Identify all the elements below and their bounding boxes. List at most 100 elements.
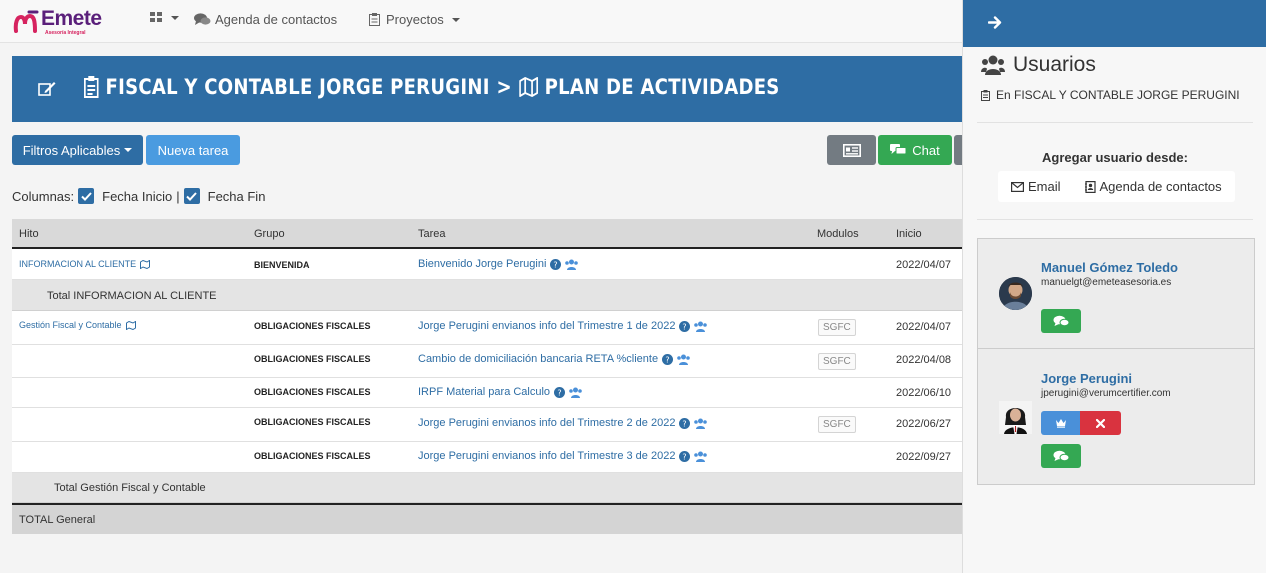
- table-row: INFORMACION AL CLIENTE BIENVENIDA Bienve…: [12, 249, 962, 280]
- hito-cell[interactable]: INFORMACION AL CLIENTE: [19, 259, 151, 269]
- nueva-tarea-label: Nueva tarea: [157, 142, 229, 158]
- svg-text:?: ?: [683, 452, 687, 461]
- hito-label: Gestión Fiscal y Contable: [19, 320, 122, 330]
- crown-icon: [1055, 419, 1066, 428]
- clipboard-icon: [84, 76, 99, 98]
- user-name[interactable]: Manuel Gómez Toledo: [1041, 260, 1178, 275]
- fecha-fin-label: Fecha Fin: [207, 188, 266, 204]
- tarea-cell[interactable]: Cambio de domiciliación bancaria RETA %c…: [418, 353, 690, 365]
- comments-icon: [1053, 450, 1069, 462]
- header-separator: >: [496, 75, 512, 99]
- top-navbar: Emete Asesoría Integral Agenda de contac…: [0, 0, 962, 43]
- users-icon[interactable]: [565, 259, 579, 270]
- help-icon[interactable]: ?: [550, 258, 562, 270]
- tarea-cell[interactable]: IRPF Material para Calculo ?: [418, 386, 582, 398]
- filtros-label: Filtros Aplicables: [22, 142, 121, 158]
- col-grupo[interactable]: Grupo: [254, 228, 285, 240]
- users-icon[interactable]: [694, 418, 708, 429]
- comments-icon: [194, 13, 211, 25]
- svg-text:?: ?: [683, 322, 687, 331]
- fecha-inicio-checkbox[interactable]: [78, 188, 95, 204]
- grid-icon: [150, 12, 162, 22]
- nav-agenda-link[interactable]: Agenda de contactos: [194, 12, 337, 27]
- table-row: Gestión Fiscal y Contable OBLIGACIONES F…: [12, 311, 962, 345]
- comments-icon: [1053, 315, 1069, 327]
- grupo-cell: BIENVENIDA: [254, 260, 310, 270]
- tarea-cell[interactable]: Jorge Perugini envianos info del Trimest…: [418, 450, 708, 462]
- svg-text:?: ?: [557, 388, 561, 397]
- grupo-cell: OBLIGACIONES FISCALES: [254, 387, 371, 397]
- user-email: jperugini@verumcertifier.com: [1041, 388, 1171, 399]
- header-client[interactable]: FISCAL Y CONTABLE JORGE PERUGINI: [106, 75, 490, 99]
- panel-title-text: Usuarios: [1013, 53, 1096, 76]
- subtotal-row: Total Gestión Fiscal y Contable: [12, 473, 962, 503]
- col-inicio[interactable]: Inicio: [896, 228, 922, 240]
- id-card-button[interactable]: [827, 135, 876, 165]
- user-chat-button[interactable]: [1041, 309, 1081, 333]
- apps-menu[interactable]: [150, 12, 179, 23]
- help-icon[interactable]: ?: [679, 320, 691, 332]
- grupo-cell: OBLIGACIONES FISCALES: [254, 354, 371, 364]
- brand-logo[interactable]: Emete Asesoría Integral: [13, 8, 102, 36]
- help-icon[interactable]: ?: [662, 353, 674, 365]
- header-section: PLAN DE ACTIVIDADES: [544, 75, 780, 99]
- avatar: [999, 401, 1032, 434]
- panel-header-bar: [963, 0, 1266, 47]
- tarea-label: Jorge Perugini envianos info del Trimest…: [418, 320, 676, 332]
- agenda-label: Agenda de contactos: [1099, 179, 1222, 194]
- add-by-agenda-button[interactable]: Agenda de contactos: [1084, 179, 1222, 194]
- add-by-email-button[interactable]: Email: [1011, 179, 1061, 194]
- user-card: Manuel Gómez Toledo manuelgt@emeteasesor…: [978, 239, 1254, 349]
- total-row: TOTAL General: [12, 503, 962, 534]
- clipboard-icon: [981, 89, 990, 101]
- user-chat-button[interactable]: [1041, 444, 1081, 468]
- tarea-label: Cambio de domiciliación bancaria RETA %c…: [418, 353, 659, 365]
- fecha-fin-checkbox[interactable]: [183, 188, 200, 204]
- nav-agenda-label: Agenda de contactos: [215, 12, 338, 27]
- divider: [977, 122, 1253, 123]
- arrow-right-icon[interactable]: [988, 16, 1002, 29]
- modulo-badge: SGFC: [818, 416, 856, 433]
- nav-proyectos-label: Proyectos: [386, 12, 444, 27]
- user-name[interactable]: Jorge Perugini: [1041, 371, 1132, 386]
- col-hito[interactable]: Hito: [19, 228, 39, 240]
- users-icon[interactable]: [569, 387, 582, 398]
- users-icon[interactable]: [694, 321, 708, 332]
- remove-user-button[interactable]: [1080, 411, 1121, 435]
- inicio-cell: 2022/04/08: [896, 354, 952, 366]
- svg-text:?: ?: [683, 419, 687, 428]
- close-icon: [1096, 418, 1105, 428]
- table-row: OBLIGACIONES FISCALES Jorge Perugini env…: [12, 442, 962, 473]
- hito-cell[interactable]: Gestión Fiscal y Contable: [19, 320, 136, 330]
- nueva-tarea-button[interactable]: Nueva tarea: [146, 135, 240, 165]
- filtros-aplicables-button[interactable]: Filtros Aplicables: [12, 135, 143, 165]
- col-tarea[interactable]: Tarea: [418, 228, 446, 240]
- edit-icon[interactable]: [38, 81, 56, 96]
- table-row: OBLIGACIONES FISCALES IRPF Material para…: [12, 378, 962, 408]
- help-icon[interactable]: ?: [554, 386, 566, 398]
- modulo-badge: SGFC: [818, 353, 856, 370]
- more-button[interactable]: [954, 135, 962, 165]
- chat-button[interactable]: Chat: [878, 135, 952, 165]
- panel-subtitle: En FISCAL Y CONTABLE JORGE PERUGINI: [981, 88, 1240, 102]
- grupo-cell: OBLIGACIONES FISCALES: [254, 451, 371, 461]
- page-title: FISCAL Y CONTABLE JORGE PERUGINI > PLAN …: [84, 75, 780, 99]
- help-icon[interactable]: ?: [679, 417, 691, 429]
- table-row: OBLIGACIONES FISCALES Jorge Perugini env…: [12, 408, 962, 442]
- map-icon: [125, 320, 136, 330]
- page-header: FISCAL Y CONTABLE JORGE PERUGINI > PLAN …: [12, 56, 962, 122]
- users-icon[interactable]: [694, 451, 708, 462]
- chat-label: Chat: [912, 142, 940, 158]
- users-icon[interactable]: [677, 354, 690, 365]
- tarea-cell[interactable]: Bienvenido Jorge Perugini ?: [418, 258, 579, 270]
- help-icon[interactable]: ?: [679, 450, 691, 462]
- make-admin-button[interactable]: [1041, 411, 1080, 435]
- nav-proyectos-menu[interactable]: Proyectos: [369, 12, 460, 27]
- map-icon: [140, 259, 151, 269]
- activities-table: Hito Grupo Tarea Modulos Inicio INFORMAC…: [12, 219, 962, 534]
- columns-label: Columnas:: [12, 188, 75, 204]
- tarea-cell[interactable]: Jorge Perugini envianos info del Trimest…: [418, 417, 708, 429]
- brand-tagline: Asesoría Integral: [45, 30, 86, 36]
- tarea-cell[interactable]: Jorge Perugini envianos info del Trimest…: [418, 320, 708, 332]
- col-modulos[interactable]: Modulos: [817, 228, 859, 240]
